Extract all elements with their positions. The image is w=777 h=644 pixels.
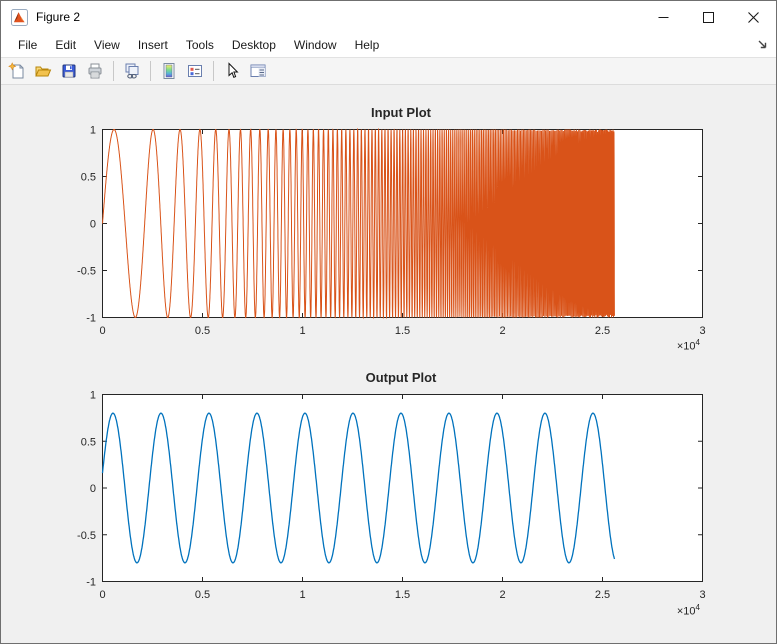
input-plot-xtick-label: 0.5 xyxy=(195,325,210,337)
new-document-icon xyxy=(8,62,26,80)
input-plot-xtick-label: 2 xyxy=(499,325,505,337)
input-plot-xtick-label: 1 xyxy=(299,325,305,337)
menu-bar: FileEditViewInsertToolsDesktopWindowHelp xyxy=(1,33,776,57)
minimize-icon xyxy=(658,12,669,23)
property-inspector-button[interactable] xyxy=(246,59,270,83)
open-file-button[interactable] xyxy=(31,59,55,83)
close-button[interactable] xyxy=(731,1,776,33)
output-plot-xtick-label: 1 xyxy=(299,589,305,601)
input-plot-title: Input Plot xyxy=(101,105,701,120)
window-title: Figure 2 xyxy=(36,10,80,24)
new-figure-button[interactable] xyxy=(5,59,29,83)
save-floppy-icon xyxy=(60,62,78,80)
figure-toolbar xyxy=(1,57,776,85)
insert-legend-button[interactable] xyxy=(183,59,207,83)
output-plot-ytick-label: -0.5 xyxy=(77,530,96,542)
maximize-button[interactable] xyxy=(686,1,731,33)
output-plot-xtick-label: 0 xyxy=(99,589,105,601)
open-folder-icon xyxy=(34,62,52,80)
output-plot-ytick-label: -1 xyxy=(86,577,96,589)
property-panel-icon xyxy=(249,62,267,80)
output-plot-ytick-label: 0.5 xyxy=(81,436,96,448)
output-plot-title: Output Plot xyxy=(101,370,701,385)
figure-canvas: Input Plot Output Plot ×104 ×104 0 0.5 1 1.… xyxy=(1,85,776,643)
dock-figure-icon[interactable] xyxy=(757,39,769,51)
input-plot-xtick-label: 0 xyxy=(99,325,105,337)
output-plot-xtick-label: 1.5 xyxy=(395,589,410,601)
input-plot-xtick-label: 1.5 xyxy=(395,325,410,337)
matlab-logo-icon xyxy=(11,9,28,26)
menu-item-file[interactable]: File xyxy=(9,35,46,55)
figure-window: Figure 2 FileEditViewInsertToolsDesktopW… xyxy=(0,0,777,644)
toolbar-separator xyxy=(213,61,214,81)
window-controls xyxy=(641,1,776,33)
input-plot-axes: 0 0.5 1 1.5 2 2.5 3 -1 -0.5 0 0.5 1 xyxy=(77,125,706,338)
menu-item-tools[interactable]: Tools xyxy=(177,35,223,55)
maximize-icon xyxy=(703,12,714,23)
output-plot-ytick-label: 1 xyxy=(90,390,96,402)
menu-item-window[interactable]: Window xyxy=(285,35,346,55)
input-plot-xtick-label: 3 xyxy=(699,325,705,337)
menu-item-view[interactable]: View xyxy=(85,35,129,55)
title-bar[interactable]: Figure 2 xyxy=(1,1,776,33)
insert-colorbar-button[interactable] xyxy=(157,59,181,83)
edit-plot-button[interactable] xyxy=(220,59,244,83)
output-plot-xtick-label: 2.5 xyxy=(595,589,610,601)
toolbar-separator xyxy=(113,61,114,81)
link-plot-icon xyxy=(123,62,141,80)
save-figure-button[interactable] xyxy=(57,59,81,83)
output-plot-ytick-label: 0 xyxy=(90,483,96,495)
menu-item-help[interactable]: Help xyxy=(346,35,389,55)
input-plot-ytick-label: -0.5 xyxy=(77,266,96,278)
menu-item-edit[interactable]: Edit xyxy=(46,35,85,55)
legend-icon xyxy=(186,62,204,80)
input-plot-x-exponent: ×104 xyxy=(677,338,700,353)
toolbar-separator xyxy=(150,61,151,81)
input-plot-ytick-label: -1 xyxy=(86,313,96,325)
input-plot-ytick-label: 0.5 xyxy=(81,172,96,184)
printer-icon xyxy=(86,62,104,80)
plots-svg: 0 0.5 1 1.5 2 2.5 3 -1 -0.5 0 0.5 1 0 0.5 1 1.5 2 2.5 3 -1 -… xyxy=(1,85,776,643)
menu-item-insert[interactable]: Insert xyxy=(129,35,177,55)
print-figure-button[interactable] xyxy=(83,59,107,83)
output-plot-x-exponent: ×104 xyxy=(677,603,700,618)
close-icon xyxy=(748,12,759,23)
menu-item-desktop[interactable]: Desktop xyxy=(223,35,285,55)
input-plot-ytick-label: 0 xyxy=(90,219,96,231)
cursor-arrow-icon xyxy=(223,62,241,80)
link-plot-button[interactable] xyxy=(120,59,144,83)
minimize-button[interactable] xyxy=(641,1,686,33)
output-plot-axes: 0 0.5 1 1.5 2 2.5 3 -1 -0.5 0 0.5 1 xyxy=(77,390,706,602)
colorbar-icon xyxy=(160,62,178,80)
input-plot-ytick-label: 1 xyxy=(90,125,96,137)
output-plot-xtick-label: 3 xyxy=(699,589,705,601)
output-plot-xtick-label: 0.5 xyxy=(195,589,210,601)
input-plot-xtick-label: 2.5 xyxy=(595,325,610,337)
output-plot-xtick-label: 2 xyxy=(499,589,505,601)
